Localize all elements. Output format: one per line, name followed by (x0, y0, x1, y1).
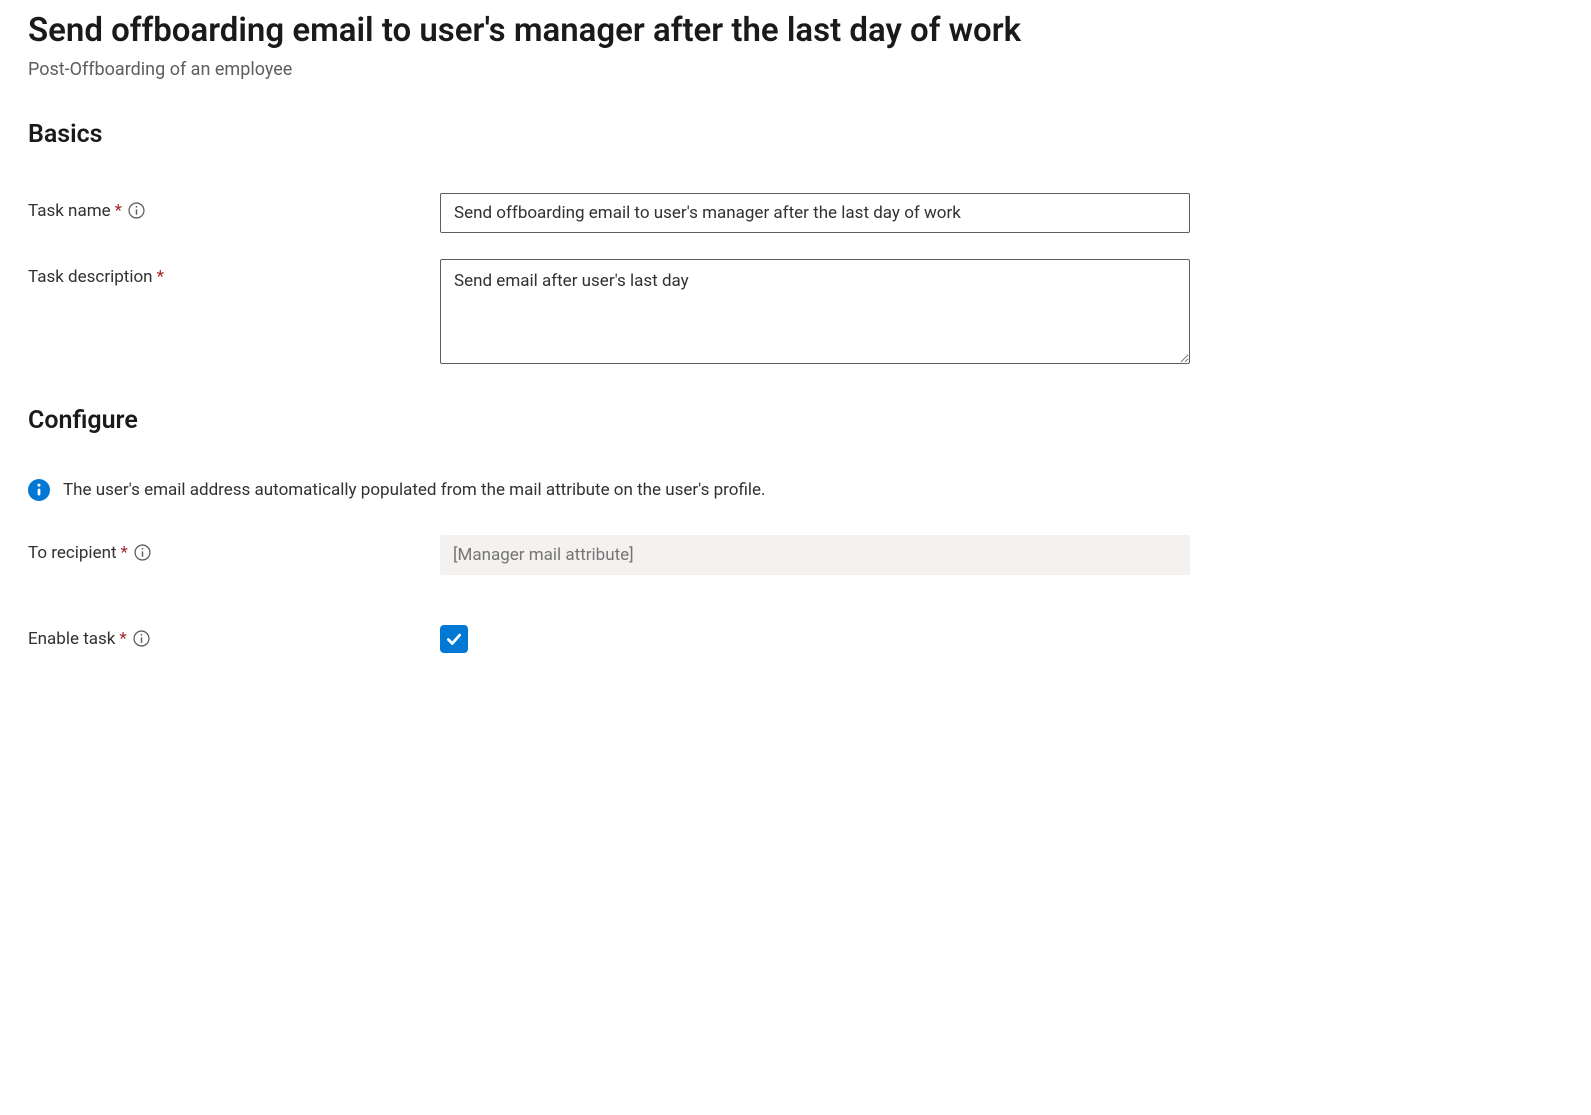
configure-heading: Configure (28, 406, 1563, 435)
required-indicator: * (157, 267, 164, 287)
enable-task-row: Enable task * (28, 621, 1563, 653)
task-description-label-text: Task description (28, 267, 153, 287)
enable-task-checkbox[interactable] (440, 625, 468, 653)
info-icon (28, 479, 50, 501)
to-recipient-row: To recipient * [Manager mail attribute] (28, 535, 1563, 575)
info-icon[interactable] (133, 630, 150, 647)
task-name-label: Task name * (28, 193, 440, 221)
info-icon[interactable] (128, 202, 145, 219)
page-subtitle: Post-Offboarding of an employee (28, 59, 1563, 80)
task-description-label: Task description * (28, 259, 440, 287)
enable-task-label: Enable task * (28, 621, 440, 649)
task-description-row: Task description * (28, 259, 1563, 368)
enable-task-label-text: Enable task (28, 629, 115, 649)
to-recipient-field: [Manager mail attribute] (440, 535, 1190, 575)
page-title: Send offboarding email to user's manager… (28, 10, 1563, 53)
info-banner: The user's email address automatically p… (28, 479, 1563, 501)
to-recipient-label-text: To recipient (28, 543, 117, 563)
basics-heading: Basics (28, 120, 1563, 149)
required-indicator: * (115, 201, 122, 221)
info-icon[interactable] (134, 544, 151, 561)
task-description-input[interactable] (440, 259, 1190, 364)
task-name-row: Task name * (28, 193, 1563, 233)
task-name-label-text: Task name (28, 201, 111, 221)
required-indicator: * (121, 543, 128, 563)
required-indicator: * (119, 629, 126, 649)
info-banner-text: The user's email address automatically p… (63, 480, 766, 500)
task-name-input[interactable] (440, 193, 1190, 233)
to-recipient-label: To recipient * (28, 535, 440, 563)
